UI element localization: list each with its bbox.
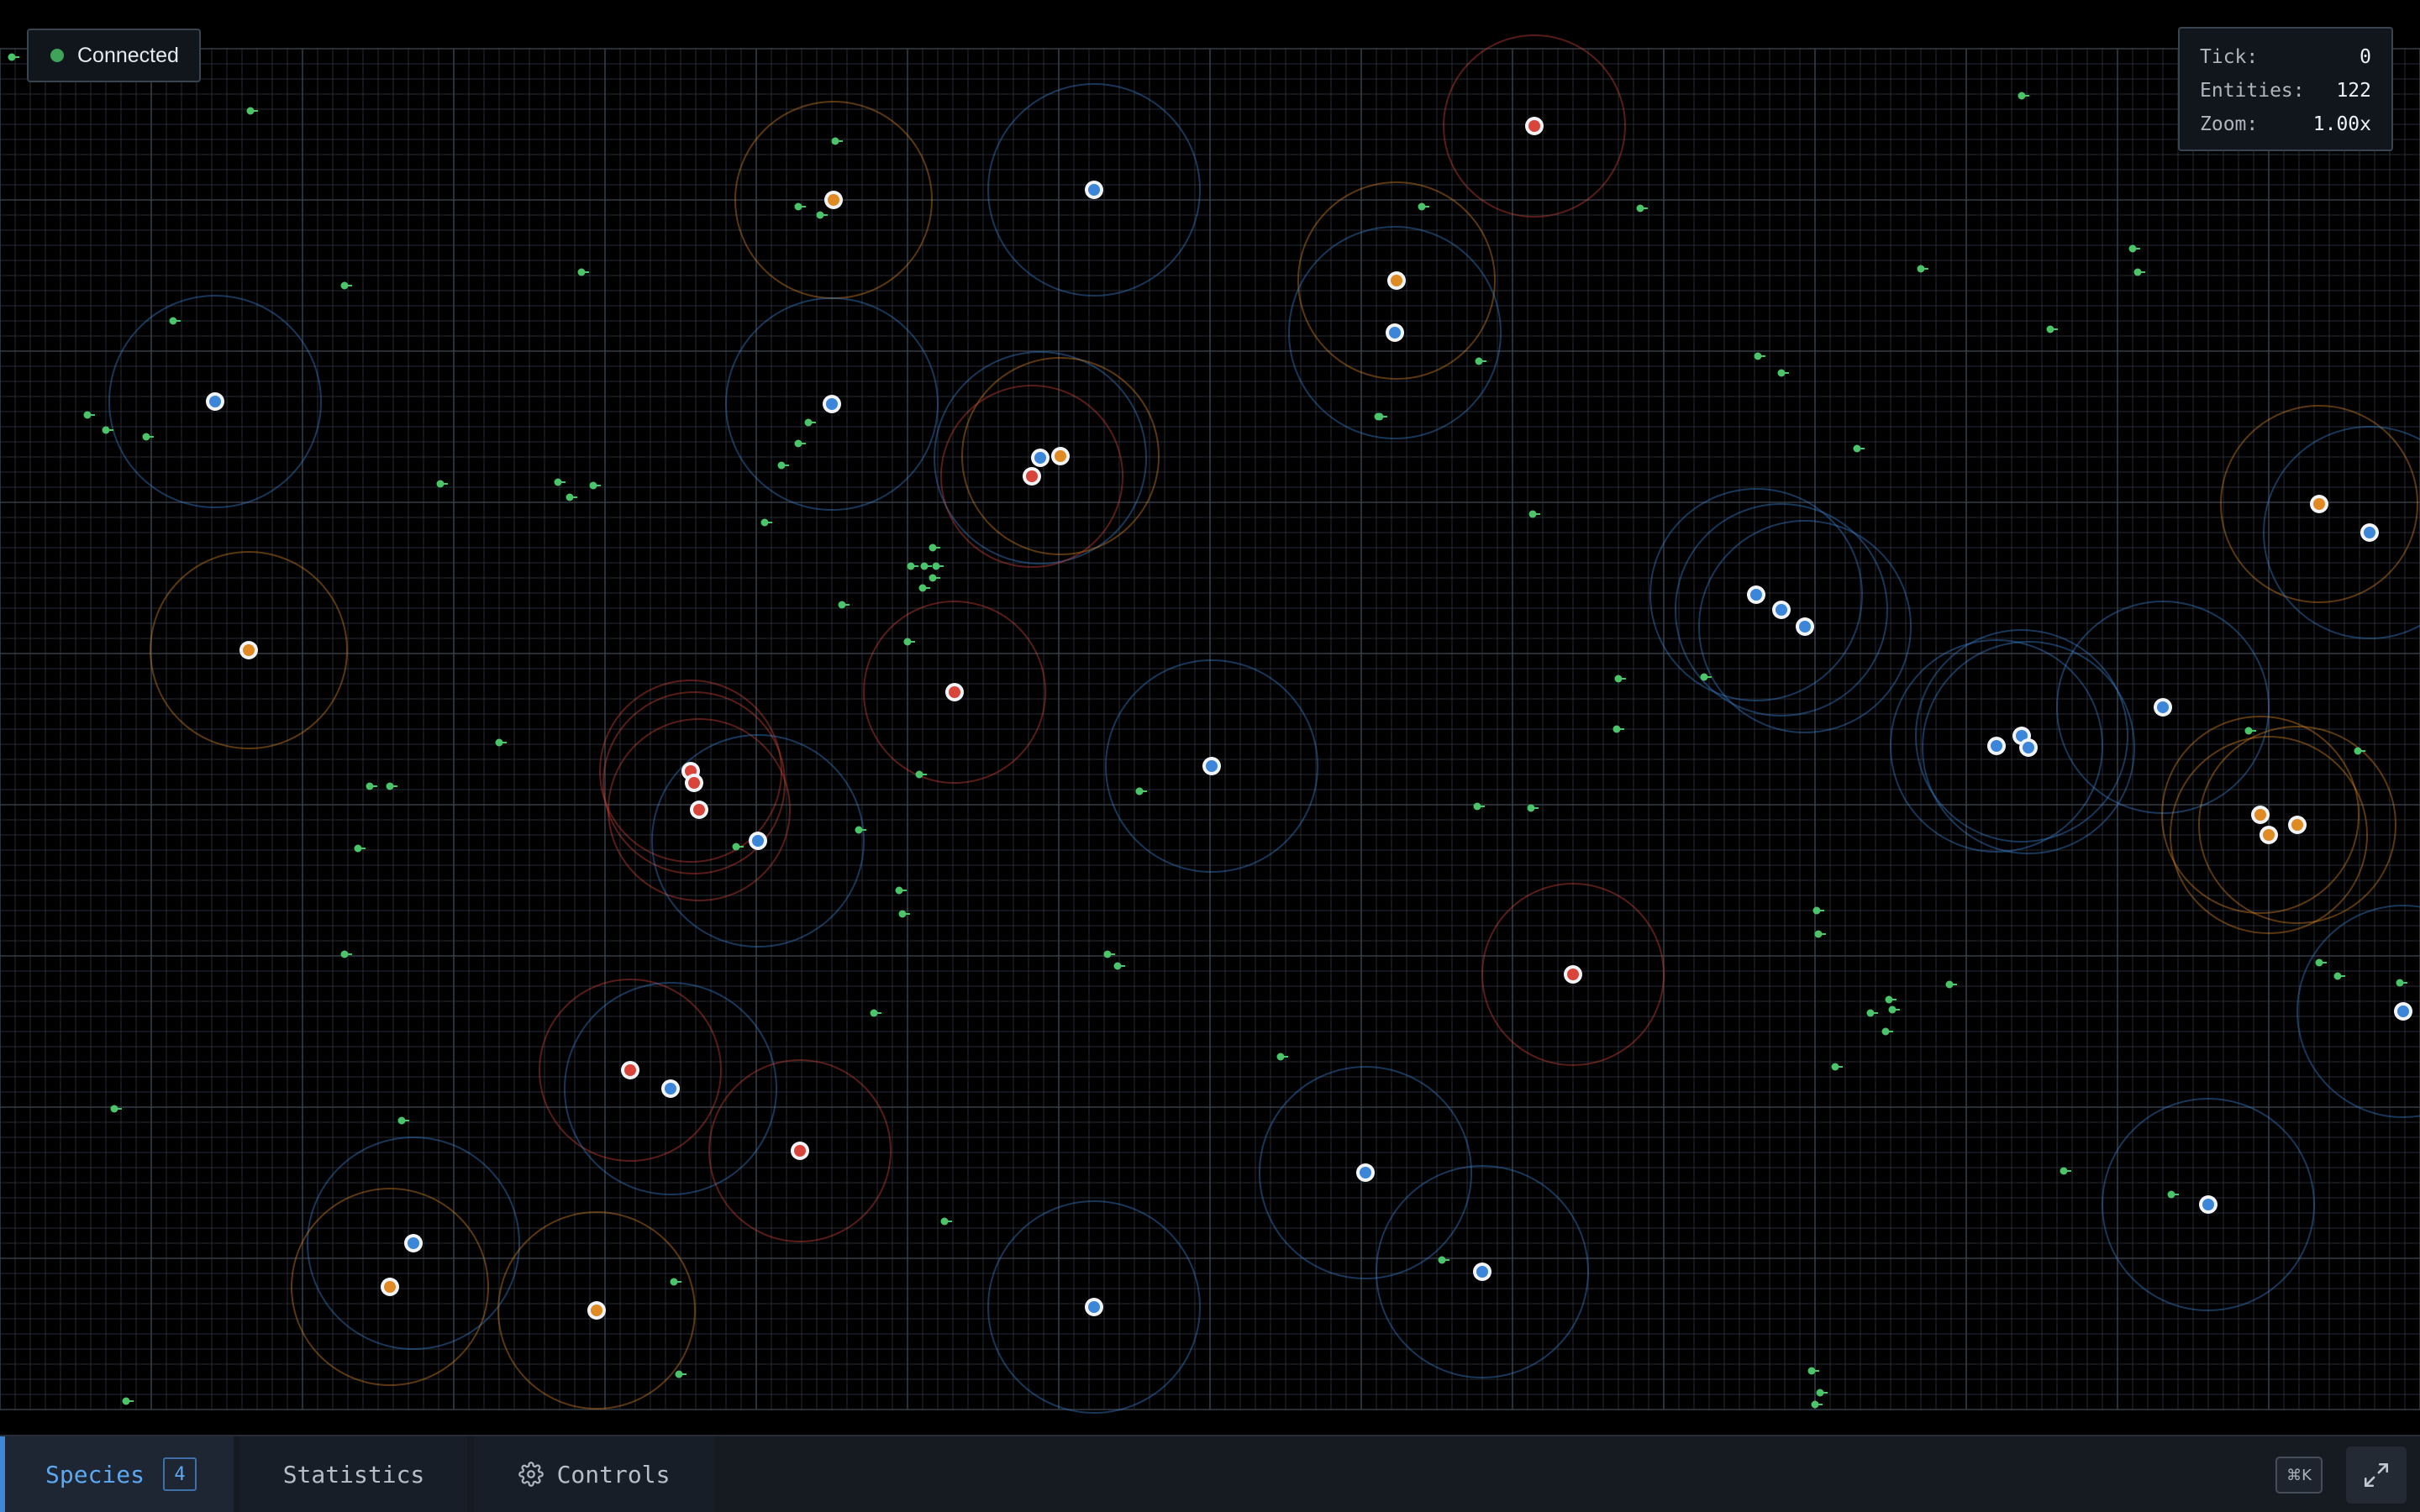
connection-status-label: Connected [77, 43, 179, 67]
agent-body [2263, 829, 2275, 841]
entities-value: 122 [2336, 80, 2371, 102]
stats-row-tick: Tick: 0 [2200, 40, 2371, 74]
simulation-canvas[interactable] [0, 0, 2420, 1435]
agent-body [949, 686, 960, 698]
command-shortcut-hint[interactable]: ⌘K [2275, 1457, 2323, 1494]
connection-status: Connected [27, 29, 201, 82]
agent-body [693, 804, 705, 816]
tab-controls[interactable]: Controls [474, 1436, 714, 1512]
agent-body [624, 1064, 636, 1076]
entities-label: Entities: [2200, 80, 2305, 102]
agent-body [1206, 760, 1218, 772]
agent-body [2254, 809, 2266, 821]
agent-body [794, 1145, 806, 1157]
agent-body [1567, 969, 1579, 980]
agent-body [2202, 1199, 2214, 1210]
agent-body [1528, 120, 1540, 132]
agent-body [1026, 470, 1038, 482]
agent-body [826, 398, 838, 410]
agent-body [209, 396, 221, 407]
tab-species-label: Species [45, 1460, 145, 1488]
agent-body [1055, 450, 1066, 462]
agent-body [1088, 1301, 1100, 1313]
agent-body [591, 1305, 602, 1316]
agent-body [1088, 184, 1100, 196]
gear-icon [518, 1462, 544, 1487]
zoom-value: 1.00x [2312, 113, 2371, 135]
stats-row-zoom: Zoom: 1.00x [2200, 108, 2371, 141]
agent-body [408, 1237, 419, 1249]
agent-body [1391, 275, 1402, 286]
agent-body [384, 1281, 396, 1293]
tick-label: Tick: [2200, 46, 2259, 68]
status-dot-icon [50, 49, 64, 62]
fullscreen-button[interactable] [2346, 1446, 2407, 1504]
simulation-app: Connected Tick: 0 Entities: 122 Zoom: 1.… [0, 0, 2420, 1512]
agent-body [2313, 498, 2325, 510]
agent-body [1476, 1266, 1488, 1278]
agent-body [1991, 740, 2002, 752]
agent-body [2157, 701, 2169, 713]
stats-row-entities: Entities: 122 [2200, 74, 2371, 108]
stats-panel: Tick: 0 Entities: 122 Zoom: 1.00x [2178, 27, 2393, 151]
tab-statistics[interactable]: Statistics [240, 1436, 467, 1512]
tick-value: 0 [2360, 46, 2371, 68]
agent-body [2364, 527, 2375, 538]
agent-body [688, 777, 700, 789]
agent-body [752, 835, 764, 847]
agent-body [1750, 589, 1762, 601]
agent-body [2397, 1005, 2409, 1017]
tab-statistics-label: Statistics [282, 1460, 425, 1488]
agent-body [2291, 819, 2303, 831]
agent-body [1360, 1167, 1371, 1179]
tab-species[interactable]: Species 4 [0, 1436, 234, 1512]
agent-body [2023, 742, 2034, 753]
agent-body [1034, 452, 1046, 464]
agent-body [1776, 604, 1787, 616]
zoom-label: Zoom: [2200, 113, 2259, 135]
bottom-toolbar: Species 4 Statistics Controls ⌘K [0, 1435, 2420, 1512]
grid [0, 48, 2420, 1410]
expand-icon [2364, 1462, 2389, 1488]
agent-body [828, 194, 839, 206]
agent-body [1389, 327, 1401, 339]
agent-body [1799, 621, 1811, 633]
agent-body [243, 644, 255, 656]
tab-controls-label: Controls [556, 1460, 671, 1488]
species-count-badge: 4 [163, 1457, 197, 1491]
agent-body [665, 1083, 676, 1095]
